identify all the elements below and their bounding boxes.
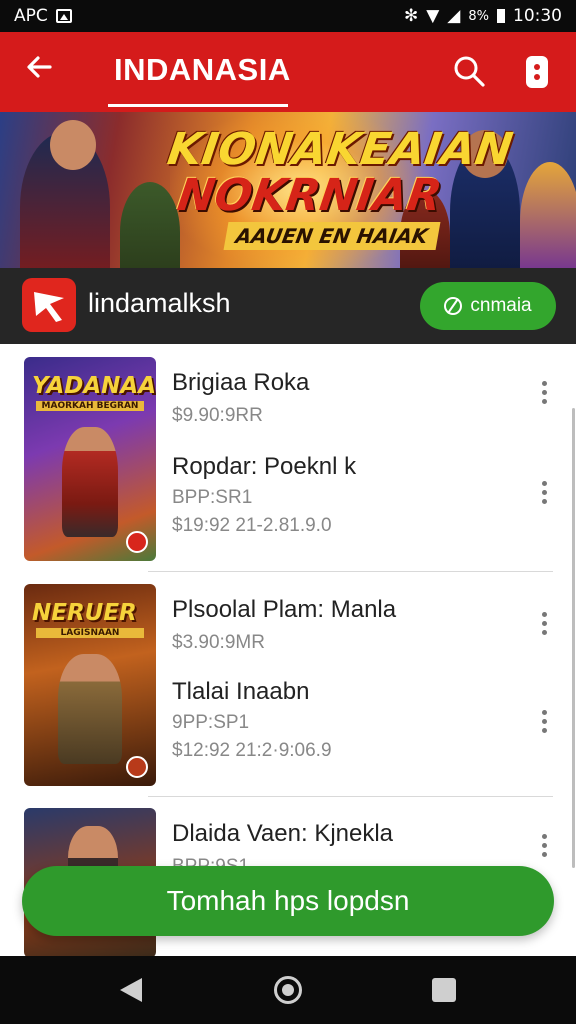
channel-badge-icon [126,531,148,553]
video-thumbnail[interactable]: YADANAA MAORKAH BEGRAN [24,357,156,561]
list-item[interactable]: YADANAA MAORKAH BEGRAN Brigiaa Roka $9.9… [24,357,556,561]
entry-title: Brigiaa Roka [172,369,310,396]
video-list: YADANAA MAORKAH BEGRAN Brigiaa Roka $9.9… [0,344,576,956]
scrollbar[interactable] [572,408,575,868]
channel-badge-icon [126,756,148,778]
list-entry[interactable]: Brigiaa Roka $9.90:9RR [172,369,512,427]
app-bar: INDANASIA [0,32,576,112]
thumbnail-hero [62,427,118,537]
primary-action-button[interactable]: Tomhah hps lopdsn [22,866,554,936]
more-options-icon[interactable] [526,56,548,88]
list-divider [148,796,553,797]
entry-meta: 9PP:SP1 [172,712,250,733]
promo-banner[interactable]: KIONAKEAIAN NOKRNIAR AAUEN EN HAIAK [0,112,576,268]
banner-title-line1: KIONAKEAIAN [164,124,516,175]
subscribe-label: cnmaia [470,295,532,316]
channel-name[interactable]: lindamalksh [88,288,231,319]
subscribe-button[interactable]: cnmaia [420,282,556,330]
banner-hero-left-head [50,120,96,170]
nav-recents-icon[interactable] [432,978,456,1002]
entry-title: Plsoolal Plam: Manla [172,596,397,623]
search-icon[interactable] [452,54,486,88]
wifi-icon: ▼ [426,6,440,26]
system-nav-bar [0,956,576,1024]
video-thumbnail[interactable]: NERUER LAGISNAAN [24,584,156,786]
thumbnail-title: YADANAA [32,373,156,399]
status-carrier: APC [14,6,48,26]
clock: 10:30 [513,6,562,26]
channel-row: lindamalksh cnmaia [0,268,576,344]
thumbnail-subtitle: MAORKAH BEGRAN [36,401,144,411]
entry-meta: $3.90:9MR [172,632,265,653]
entry-title: Ropdar: Poeknl k [172,453,357,480]
banner-title-line2: NOKRNIAR [174,170,445,221]
nav-home-icon[interactable] [274,976,302,1004]
app-title: INDANASIA [114,52,291,87]
list-entry[interactable]: Tlalai Inaabn 9PP:SP1 $12:92 21:2·9:06.9 [172,678,512,762]
thumbnail-hero [58,654,122,764]
banner-subtitle: AAUEN EN HAIAK [223,222,441,250]
banner-heroine-right [520,162,576,268]
nav-back-icon[interactable] [120,978,142,1002]
back-arrow-icon[interactable] [24,52,58,92]
entry-price: $12:92 21:2·9:06.9 [172,740,332,761]
gallery-notification-icon [55,9,72,23]
entry-title: Tlalai Inaabn [172,678,310,705]
signal-icon: ◢ [447,6,461,26]
list-entry[interactable]: Ropdar: Poeknl k BPP:SR1 $19:92 21-2.81.… [172,453,512,537]
entry-meta: BPP:SR1 [172,487,253,508]
thumbnail-title: NERUER [32,600,137,626]
bluetooth-icon: ✻ [403,6,419,26]
thumbnail-subtitle: LAGISNAAN [36,628,144,638]
more-options-icon[interactable] [542,710,548,736]
more-options-icon[interactable] [542,612,548,638]
battery-icon [497,9,505,23]
more-options-icon[interactable] [542,834,548,860]
entry-meta: $9.90:9RR [172,405,263,426]
channel-logo-icon[interactable] [22,278,76,332]
status-bar: APC ✻ ▼ ◢ 8% 10:30 [0,0,576,32]
list-divider [148,571,553,572]
more-options-icon[interactable] [542,381,548,407]
title-underline [108,104,288,107]
entry-title: Dlaida Vaen: Kjnekla [172,820,394,847]
block-icon [444,297,463,315]
more-options-icon[interactable] [542,481,548,507]
list-item[interactable]: NERUER LAGISNAAN Plsoolal Plam: Manla $3… [24,584,556,786]
battery-text: 8% [468,8,489,24]
entry-price: $19:92 21-2.81.9.0 [172,515,332,536]
list-entry[interactable]: Plsoolal Plam: Manla $3.90:9MR [172,596,512,654]
